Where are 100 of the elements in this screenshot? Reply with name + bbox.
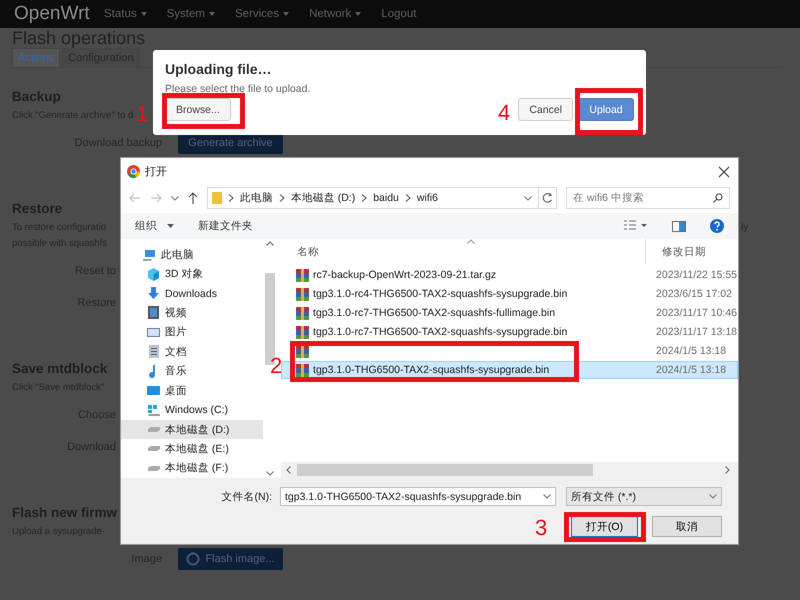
step-number: 1 (136, 103, 148, 125)
navigation-label: Downloads (165, 288, 217, 300)
file-date: 2023/11/22 15:55 (655, 269, 737, 281)
file-date: 2023/11/17 13:18 (655, 326, 737, 338)
open-button[interactable]: 打开(O) (571, 516, 638, 537)
archive-icon (296, 364, 310, 376)
computer-icon (143, 248, 156, 262)
file-row[interactable]: tgp3.1.0-THG6500-TAX2-squashfs-sysupgrade.bin 2024/1/5 13:18 (281, 361, 738, 379)
caret-icon (167, 224, 174, 228)
browse-button[interactable]: Browse... (165, 98, 231, 121)
desktop-icon (147, 384, 160, 398)
file-row[interactable]: tgp3.1.0-rc7-THG6500-TAX2-squashfs-fullimage.bin 2023/11/17 10:46 (281, 304, 738, 322)
navigation-label: 桌面 (165, 384, 187, 398)
breadcrumb-chevron-icon (278, 194, 285, 202)
drive-icon (147, 446, 160, 452)
column-header[interactable]: 名称 (281, 245, 646, 259)
step-number: 2 (270, 355, 282, 377)
new-folder-button[interactable]: 新建文件夹 (198, 219, 253, 233)
navigation-item[interactable]: 此电脑 (121, 245, 264, 264)
navigation-item[interactable]: 桌面 (121, 380, 264, 400)
close-button[interactable] (716, 164, 732, 180)
file-type-dropdown[interactable]: 所有文件 (*.*) (566, 487, 722, 506)
dialog-title: 打开 (145, 165, 168, 179)
file-row[interactable]: tgp3.1.0-rc4-THG6500-TAX2-squashfs-sysupgrade.bin 2023/6/15 17:02 (281, 285, 738, 303)
navigation-item[interactable]: 本地磁盘 (D:) (121, 420, 264, 440)
breadcrumb-item[interactable]: 此电脑 (240, 191, 273, 205)
search-field[interactable]: 在 wifi6 中搜索 (566, 187, 730, 209)
highlight-frame (575, 88, 643, 135)
file-date: 2024/1/5 13:18 (655, 364, 726, 376)
filename-field[interactable]: tgp3.1.0-THG6500-TAX2-squashfs-sysupgrade.bin (280, 487, 556, 506)
scroll-left-icon (286, 466, 292, 474)
navigation-label: 文档 (165, 344, 187, 359)
download-icon (147, 287, 160, 300)
preview-pane-icon[interactable] (672, 220, 686, 232)
archive-icon (296, 268, 310, 282)
archive-icon (296, 288, 310, 300)
dialog-title: Uploading file… (165, 61, 273, 77)
dropdown-caret-icon (170, 196, 179, 200)
navigation-label: Windows (C:) (165, 404, 228, 416)
navigation-label: 音乐 (165, 364, 187, 378)
file-name: rc7-backup-OpenWrt-2023-09-21.tar.gz (313, 269, 496, 281)
breadcrumb-chevron-icon (361, 194, 368, 202)
navigation-label: 本地磁盘 (D:) (165, 422, 230, 436)
column-header[interactable]: 修改日期 (646, 245, 706, 259)
navigation-item[interactable]: 视频 (121, 303, 264, 323)
drive-icon (147, 466, 160, 471)
browser-logo-icon (127, 165, 140, 178)
dropdown-caret-icon (524, 196, 532, 200)
breadcrumb-item[interactable]: wifi6 (416, 192, 438, 204)
address-bar[interactable]: 此电脑 本地磁盘 (D:) baidu wifi6 (206, 187, 557, 209)
navigation-item[interactable]: Downloads (121, 284, 264, 304)
breadcrumb-chevron-icon (228, 194, 234, 202)
brand-logo[interactable]: OpenWrt (14, 3, 104, 25)
film-icon (147, 306, 160, 320)
navigation-item[interactable]: 文档 (121, 342, 264, 362)
scroll-down-icon (266, 471, 274, 476)
navigation-label: 此电脑 (161, 248, 194, 262)
navigation-label: 3D 对象 (165, 267, 204, 282)
archive-icon (296, 344, 310, 358)
sort-caret-icon (467, 239, 476, 244)
step-number: 3 (535, 517, 548, 539)
file-date: 2023/11/17 10:46 (655, 307, 737, 319)
breadcrumb-item[interactable]: baidu (373, 192, 399, 204)
up-arrow-icon[interactable] (188, 192, 198, 204)
document-icon (148, 345, 158, 358)
view-options-icon[interactable] (624, 220, 648, 232)
help-icon[interactable] (710, 219, 724, 233)
navigation-item[interactable]: 图片 (121, 322, 264, 342)
scroll-up-icon (266, 241, 274, 246)
search-icon (713, 193, 723, 203)
navigation-item[interactable]: 本地磁盘 (F:) (121, 458, 264, 478)
filename-label: 文件名(N): (222, 490, 272, 504)
file-row[interactable]: tgp3.1.0-rc7-THG6500-TAX2-squashfs-sysupgrade.bin 2023/11/17 13:18 (281, 323, 738, 341)
dropdown-caret-icon (543, 494, 551, 499)
navigation-label: 本地磁盘 (E:) (165, 442, 229, 456)
cube-icon (147, 268, 160, 281)
archive-icon (296, 306, 310, 320)
file-name: tgp3.1.0-rc4-THG6500-TAX2-squashfs-sysupgrade.bin (313, 288, 568, 300)
windows-drive-icon (147, 404, 160, 417)
file-row[interactable]: rc7-backup-OpenWrt-2023-09-21.tar.gz 2023/11/22 15:55 (281, 266, 738, 284)
drive-icon (147, 427, 160, 432)
file-row[interactable]: 2024/1/5 13:18 (281, 342, 738, 360)
file-name: tgp3.1.0-rc7-THG6500-TAX2-squashfs-sysupgrade.bin (313, 326, 568, 338)
navigation-label: 本地磁盘 (F:) (165, 461, 228, 476)
picture-icon (147, 326, 160, 339)
navigation-item[interactable]: 音乐 (121, 362, 264, 381)
navigation-item[interactable]: 3D 对象 (121, 264, 264, 284)
organize-menu-button[interactable]: 组织 (135, 219, 174, 233)
file-date: 2024/1/5 13:18 (655, 345, 726, 357)
file-name: tgp3.1.0-rc7-THG6500-TAX2-squashfs-fullimage.bin (313, 307, 556, 319)
cancel-button[interactable]: 取消 (652, 516, 722, 537)
horizontal-scrollbar[interactable] (281, 462, 738, 478)
navigation-item[interactable]: 本地磁盘 (E:) (121, 439, 264, 459)
archive-icon (296, 326, 310, 338)
cancel-button[interactable]: Cancel (518, 98, 573, 121)
upload-button[interactable]: Upload (578, 98, 634, 121)
navigation-item[interactable]: Windows (C:) (121, 400, 264, 420)
dialog-text: Please select the file to upload. (165, 83, 312, 95)
file-name: tgp3.1.0-THG6500-TAX2-squashfs-sysupgrade.bin (313, 364, 550, 376)
breadcrumb-item[interactable]: 本地磁盘 (D:) (290, 191, 356, 205)
